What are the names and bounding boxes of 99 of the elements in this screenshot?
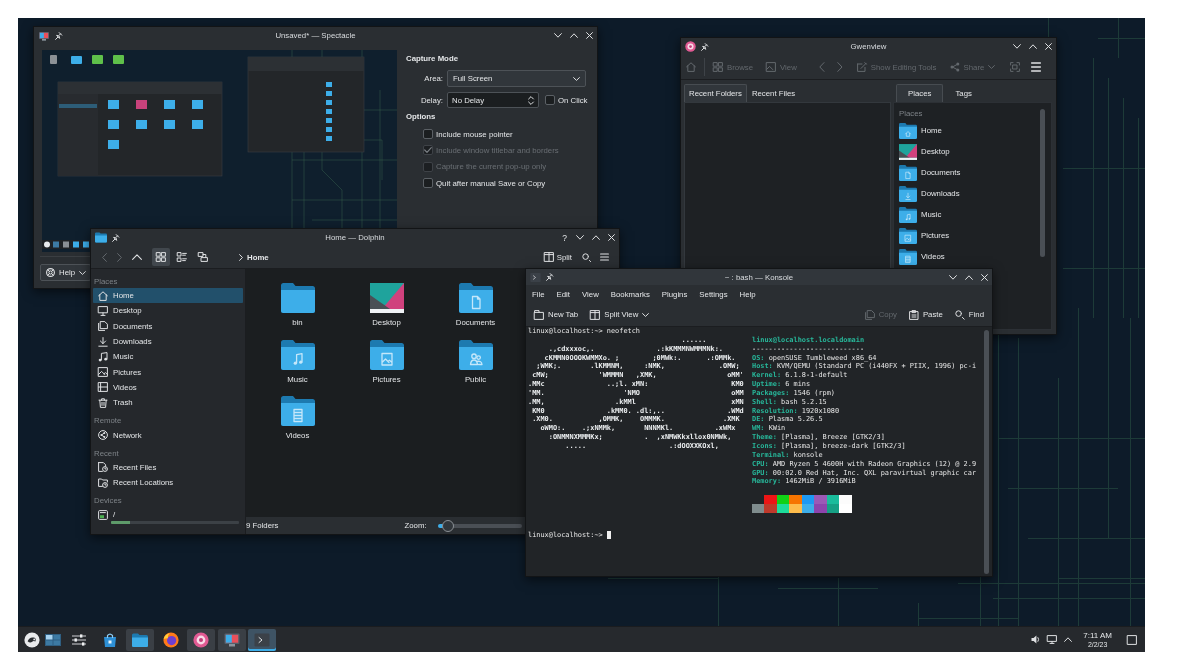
clipboard-icon bbox=[908, 309, 919, 320]
pin-icon[interactable] bbox=[55, 31, 62, 40]
monitor-icon bbox=[98, 305, 108, 316]
terminal-icon bbox=[530, 271, 541, 283]
show-desktop-icon[interactable] bbox=[1127, 634, 1137, 645]
drive-icon bbox=[98, 509, 108, 520]
home-folder-icon bbox=[899, 122, 917, 139]
music-folder-icon bbox=[899, 206, 917, 223]
recent-folder-icon bbox=[98, 477, 108, 488]
lifebuoy-icon bbox=[46, 268, 55, 277]
recent-document-icon bbox=[98, 462, 108, 473]
documents-icon bbox=[98, 321, 108, 332]
home-icon bbox=[98, 290, 108, 301]
monitor-icon bbox=[38, 30, 50, 41]
lens-icon bbox=[193, 631, 210, 648]
wallpaper-thumbnail-icon bbox=[899, 143, 917, 160]
download-icon bbox=[98, 336, 108, 347]
videos-folder-icon bbox=[899, 248, 917, 265]
maximize-icon[interactable] bbox=[592, 235, 600, 240]
check-icon bbox=[424, 147, 432, 154]
pin-icon[interactable] bbox=[546, 273, 553, 281]
pin-icon[interactable] bbox=[701, 42, 708, 51]
trash-icon bbox=[98, 397, 108, 408]
minimize-icon[interactable] bbox=[576, 235, 584, 240]
pager-icon bbox=[45, 631, 61, 648]
folder-icon bbox=[132, 631, 149, 648]
share-icon bbox=[949, 62, 960, 72]
copy-icon bbox=[864, 309, 875, 320]
text-cursor-icon bbox=[606, 531, 611, 540]
speaker-icon[interactable] bbox=[1031, 635, 1041, 644]
taskbar-button[interactable] bbox=[217, 628, 246, 651]
help-button[interactable]: ? bbox=[561, 232, 568, 243]
image-edit-icon bbox=[856, 62, 867, 72]
close-icon[interactable] bbox=[608, 234, 615, 241]
folder-icon bbox=[280, 283, 315, 313]
minimize-icon[interactable] bbox=[1013, 44, 1021, 49]
new-tab-icon bbox=[534, 309, 544, 320]
close-icon[interactable] bbox=[981, 273, 988, 281]
picture-icon bbox=[98, 367, 108, 378]
image-icon bbox=[766, 62, 776, 72]
scrollbar[interactable] bbox=[984, 330, 989, 574]
people-folder-icon bbox=[458, 339, 493, 370]
checkbox[interactable] bbox=[423, 129, 433, 140]
network-icon bbox=[98, 430, 108, 440]
monitor-icon[interactable] bbox=[1047, 635, 1058, 644]
caret-icon bbox=[79, 270, 87, 275]
up-icon[interactable] bbox=[132, 254, 142, 260]
maximize-icon[interactable] bbox=[570, 33, 578, 38]
fire-globe-icon bbox=[162, 631, 179, 648]
menu-icon[interactable] bbox=[600, 253, 609, 261]
terminal-icon bbox=[254, 631, 271, 648]
music-folder-icon bbox=[280, 339, 315, 370]
taskbar-button[interactable] bbox=[126, 628, 155, 651]
icon-view-icon bbox=[156, 252, 166, 262]
monitor-icon bbox=[223, 631, 240, 648]
menu-icon[interactable] bbox=[1031, 62, 1042, 72]
close-icon[interactable] bbox=[1045, 43, 1052, 50]
wallpaper-thumbnail-icon bbox=[369, 283, 404, 313]
shopping-bag-icon bbox=[101, 631, 118, 648]
chevron-right-icon bbox=[239, 253, 243, 261]
documents-folder-icon bbox=[458, 283, 493, 313]
close-icon[interactable] bbox=[586, 32, 593, 39]
pictures-folder-icon bbox=[899, 227, 917, 244]
view-mode-button[interactable] bbox=[152, 248, 170, 266]
folder-icon bbox=[95, 232, 107, 243]
minimize-icon[interactable] bbox=[949, 274, 957, 280]
clock-time[interactable]: 7:11 AM bbox=[1083, 630, 1112, 640]
documents-folder-icon bbox=[899, 164, 917, 181]
pictures-folder-icon bbox=[369, 339, 404, 370]
sliders-icon bbox=[71, 631, 88, 648]
lens-icon bbox=[685, 41, 696, 52]
maximize-icon[interactable] bbox=[1029, 44, 1037, 49]
preview-taskbar-drawing bbox=[42, 228, 90, 252]
downloads-folder-icon bbox=[899, 185, 917, 202]
thumbnails-icon bbox=[713, 62, 723, 72]
split-view-icon bbox=[543, 252, 554, 262]
taskbar-button[interactable] bbox=[187, 628, 216, 651]
caret-icon bbox=[988, 65, 996, 69]
slider-handle[interactable] bbox=[441, 519, 454, 532]
start-menu-icon bbox=[24, 631, 40, 648]
pin-icon[interactable] bbox=[112, 233, 119, 242]
scrollbar[interactable] bbox=[1040, 109, 1045, 257]
spin-arrows-icon bbox=[528, 95, 534, 105]
checkbox[interactable] bbox=[423, 178, 433, 189]
caret-icon bbox=[573, 76, 580, 81]
music-note-icon bbox=[98, 351, 108, 362]
split-view-icon bbox=[590, 309, 601, 320]
details-view-icon bbox=[198, 252, 208, 262]
search-icon bbox=[954, 309, 965, 320]
videos-folder-icon bbox=[280, 396, 315, 426]
chevron-up-icon[interactable] bbox=[1064, 637, 1073, 642]
film-icon bbox=[98, 382, 108, 393]
search-icon[interactable] bbox=[582, 252, 591, 262]
minimize-icon[interactable] bbox=[554, 33, 562, 38]
compact-view-icon bbox=[177, 252, 187, 262]
taskbar-button[interactable] bbox=[248, 628, 277, 651]
checkbox[interactable] bbox=[545, 95, 555, 105]
maximize-icon[interactable] bbox=[965, 274, 973, 280]
caret-icon bbox=[642, 312, 650, 317]
